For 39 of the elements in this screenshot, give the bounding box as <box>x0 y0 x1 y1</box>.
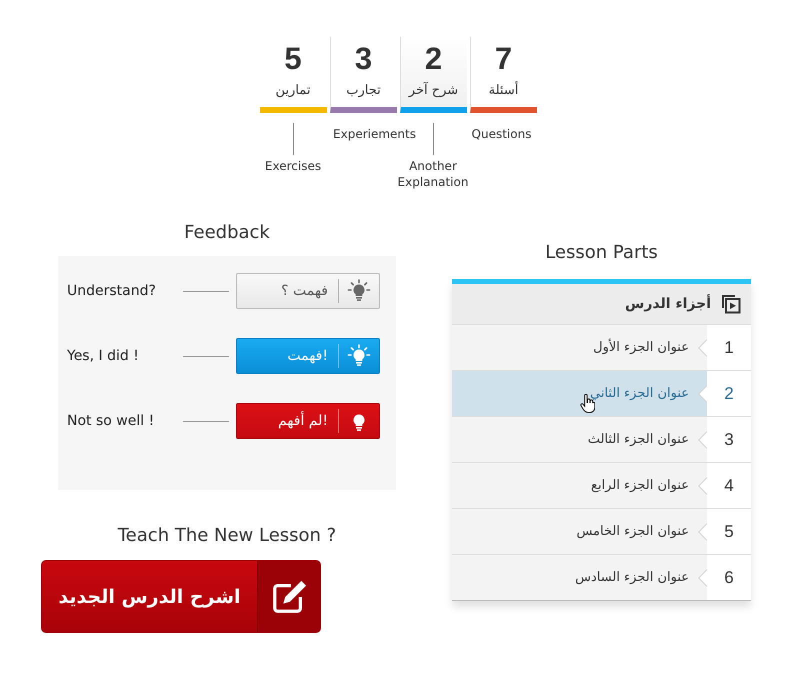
part-title: عنوان الجزء الرابع <box>591 478 689 493</box>
part-title: عنوان الجزء الثاني <box>590 386 689 401</box>
row-notch <box>698 476 707 494</box>
annotation-text: Another Explanation <box>396 158 470 190</box>
caption-text: Not so well ! <box>67 413 156 429</box>
part-number: 3 <box>707 417 751 462</box>
part-number: 4 <box>707 463 751 508</box>
section-title: Lesson Parts <box>545 242 658 263</box>
annotation-text: Experiements <box>332 126 417 142</box>
part-title: عنوان الجزء السادس <box>575 570 689 585</box>
feedback-button[interactable]: فهمت ؟ <box>236 273 380 309</box>
leader-line <box>183 290 229 292</box>
row-notch <box>698 384 707 402</box>
row-notch <box>698 522 707 540</box>
leader-line <box>292 123 294 155</box>
leader-line <box>183 420 229 422</box>
part-number: 1 <box>707 325 751 370</box>
caption-text: Yes, I did ! <box>67 348 140 364</box>
panel-header: أجزاء الدرس <box>625 296 711 312</box>
play-icon <box>721 294 741 314</box>
row-notch <box>698 430 707 448</box>
caption-text: Understand? <box>67 283 157 299</box>
part-number: 6 <box>707 555 751 600</box>
section-title: Teach The New Lesson ? <box>118 525 336 546</box>
row-notch <box>698 568 707 586</box>
part-number: 2 <box>707 371 751 416</box>
part-title: عنوان الجزء الخامس <box>576 524 689 539</box>
lightbulb-icon <box>347 279 371 303</box>
feedback-button[interactable]: لم أفهم! <box>236 403 380 439</box>
row-notch <box>698 338 707 356</box>
part-number: 5 <box>707 509 751 554</box>
leader-line <box>432 123 434 155</box>
part-title: عنوان الجزء الثالث <box>588 432 689 447</box>
part-title: عنوان الجزء الأول <box>593 340 689 355</box>
teach-button[interactable]: اشرح الدرس الجديد <box>41 560 321 633</box>
lightbulb-icon <box>347 344 371 368</box>
annotation-text: Questions <box>470 126 532 142</box>
annotation-text: Exercises <box>264 158 322 174</box>
section-title: Feedback <box>184 222 270 243</box>
